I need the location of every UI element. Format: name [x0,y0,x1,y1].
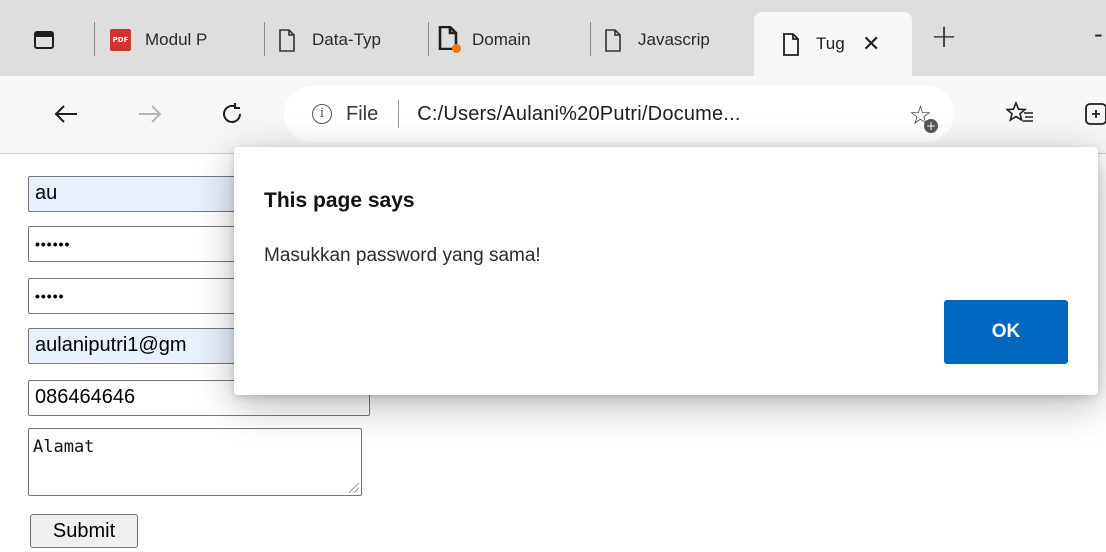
submit-button[interactable]: Submit [30,514,138,548]
tab-label: Modul P [145,30,208,49]
tab-data-type[interactable]: Data-Typ [278,14,422,66]
page-loading-icon [438,25,461,55]
refresh-button[interactable] [212,94,252,134]
address-bar[interactable]: i File C:/Users/Aulani%20Putri/Docume...… [284,86,954,142]
minimize-icon[interactable]: ‑ [1094,20,1103,48]
favorites-list-icon [1006,101,1033,122]
tab-javascript[interactable]: Javascrip [604,14,748,66]
collections-button[interactable] [1076,94,1106,134]
tab-label: Domain [472,30,531,49]
page-icon [783,32,799,56]
alert-dialog: This page says Masukkan password yang sa… [234,147,1098,395]
page-icon [279,28,295,52]
page-icon [605,28,621,52]
close-tab-icon[interactable]: ✕ [862,32,880,57]
arrow-left-icon [54,105,77,123]
collections-icon [1085,103,1106,125]
info-icon[interactable]: i [312,104,332,124]
tab-label: Data-Typ [312,30,381,49]
browser-toolbar: i File C:/Users/Aulani%20Putri/Docume...… [0,76,1106,154]
arrow-right-icon [139,105,162,123]
tab-separator [264,22,265,56]
pdf-icon: PDF [110,29,131,51]
address-text: Alamat [33,437,95,457]
plus-badge-icon: + [924,119,938,133]
back-button[interactable] [46,94,86,134]
tab-label: Tug [816,34,845,53]
loading-dot [452,43,461,53]
ok-button[interactable]: OK [944,300,1068,364]
tab-actions-button[interactable] [22,18,66,62]
forward-button[interactable] [130,94,170,134]
favorites-button[interactable] [1000,94,1040,134]
dialog-title: This page says [264,189,415,212]
tab-label: Javascrip [638,30,710,49]
tab-modul[interactable]: PDF Modul P [110,14,256,66]
add-favorite-button[interactable]: ☆ + [909,101,938,133]
address-separator [398,100,400,128]
tab-separator [590,22,591,56]
url-text[interactable]: C:/Users/Aulani%20Putri/Docume... [417,103,827,126]
tab-separator [428,22,429,56]
tab-tugas-active[interactable]: Tug ✕ [754,12,912,76]
dialog-message: Masukkan password yang sama! [264,245,541,266]
resize-grip-icon[interactable] [349,483,359,493]
window-icon [34,31,54,49]
tab-separator [94,22,95,56]
new-tab-button[interactable]: + [926,20,962,56]
tab-domain[interactable]: Domain [438,14,586,66]
address-textarea[interactable]: Alamat [28,428,362,496]
refresh-icon [223,103,241,123]
scheme-label: File [346,102,379,125]
tab-strip: PDF Modul P Data-Typ Domain Javascrip Tu… [0,0,1106,76]
